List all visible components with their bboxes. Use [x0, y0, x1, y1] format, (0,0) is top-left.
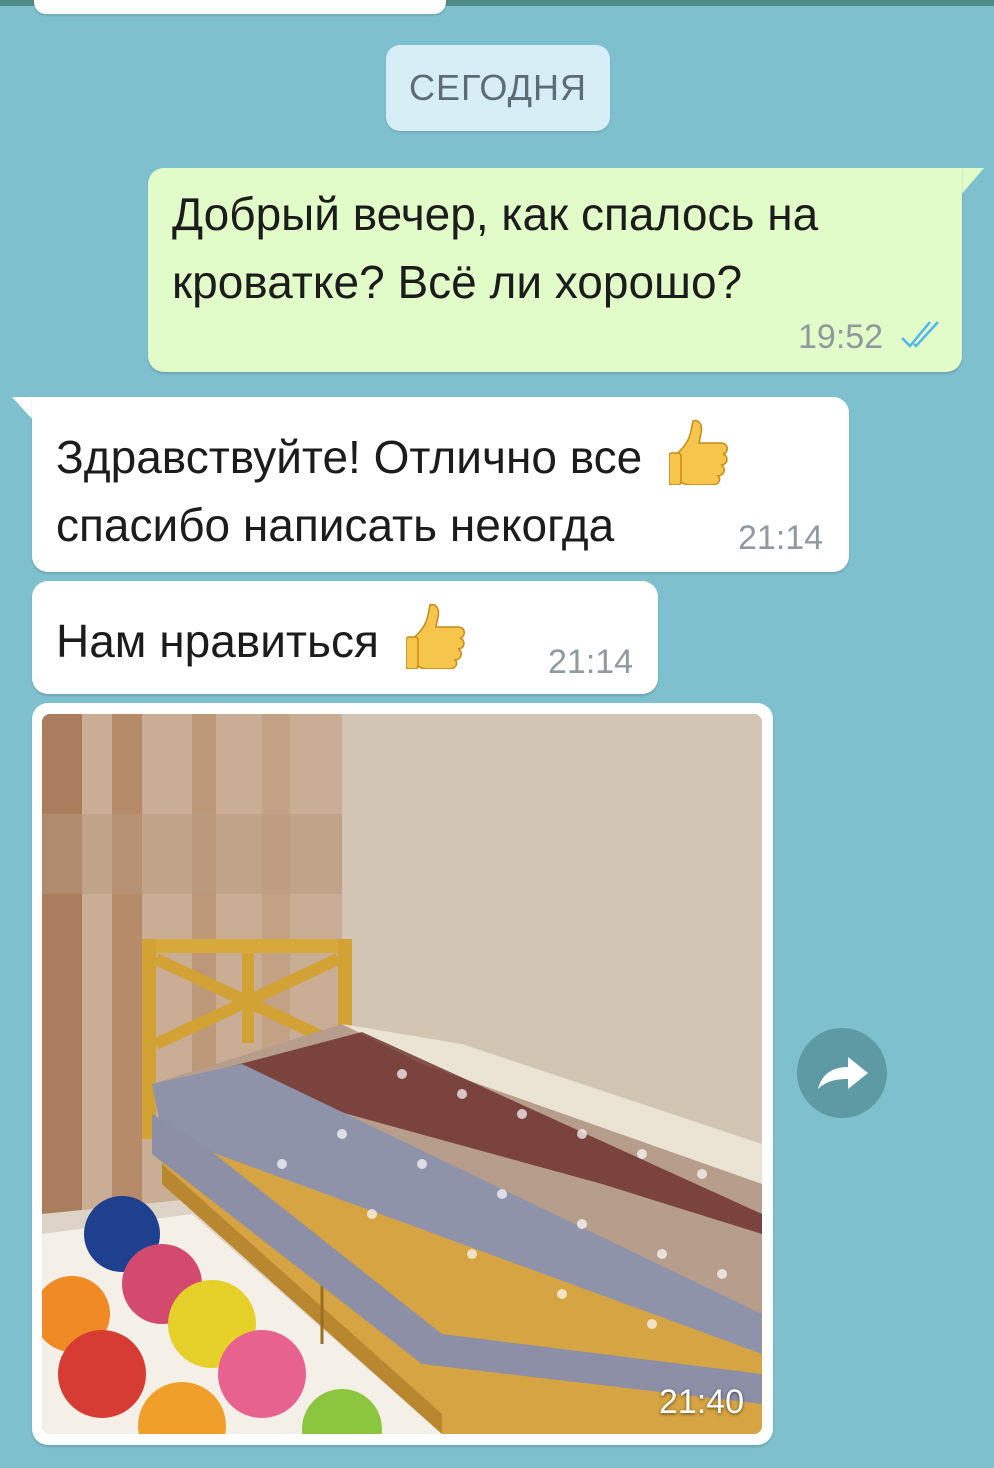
outgoing-message[interactable]: Добрый вечер, как спалось на кроватке? В… — [148, 168, 962, 372]
message-time: 21:40 — [658, 1383, 744, 1421]
share-arrow-icon[interactable] — [797, 1028, 887, 1118]
message-line: спасибо написать некогда — [56, 499, 615, 551]
previous-message-bubble[interactable] — [34, 0, 446, 14]
message-time: 19:52 — [798, 318, 884, 356]
bubble-tail — [960, 168, 984, 196]
bubble-tail — [12, 397, 34, 421]
message-line: Нам нравиться — [56, 603, 468, 687]
thumbs-up-icon — [668, 419, 731, 503]
bed-photo[interactable]: 21:40 — [42, 714, 762, 1434]
message-text: Нам нравиться — [56, 615, 379, 668]
incoming-message[interactable]: Нам нравиться 21:14 — [32, 581, 658, 694]
incoming-photo-message[interactable]: 21:40 — [32, 703, 773, 1445]
date-separator: СЕГОДНЯ — [386, 45, 610, 131]
message-line: кроватке? Всё ли хорошо? — [172, 256, 743, 308]
message-line: Добрый вечер, как спалось на — [172, 188, 819, 240]
thumbs-up-icon — [404, 603, 468, 687]
message-text: Здравствуйте! Отлично все — [56, 431, 643, 484]
double-check-icon — [900, 318, 944, 357]
incoming-message[interactable]: Здравствуйте! Отлично все спасибо написа… — [32, 397, 849, 572]
message-time: 21:14 — [548, 643, 634, 681]
message-time: 21:14 — [738, 519, 824, 557]
